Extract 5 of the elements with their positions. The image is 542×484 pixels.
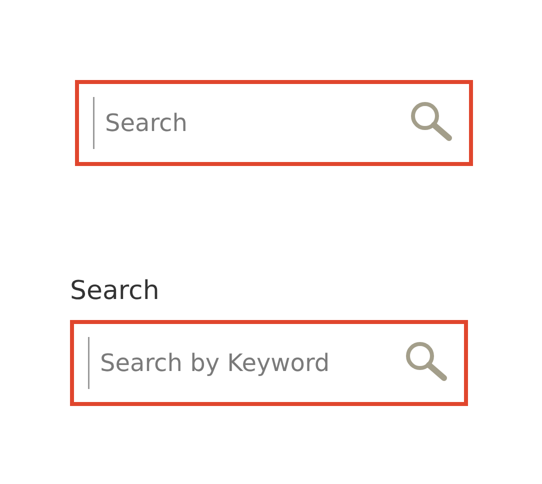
search-icon[interactable] [404, 341, 448, 381]
field-label: Search [70, 275, 160, 308]
search-icon[interactable] [409, 101, 453, 141]
search-field[interactable]: Search by Keyword [70, 320, 468, 406]
search-field[interactable]: Search [75, 80, 473, 166]
